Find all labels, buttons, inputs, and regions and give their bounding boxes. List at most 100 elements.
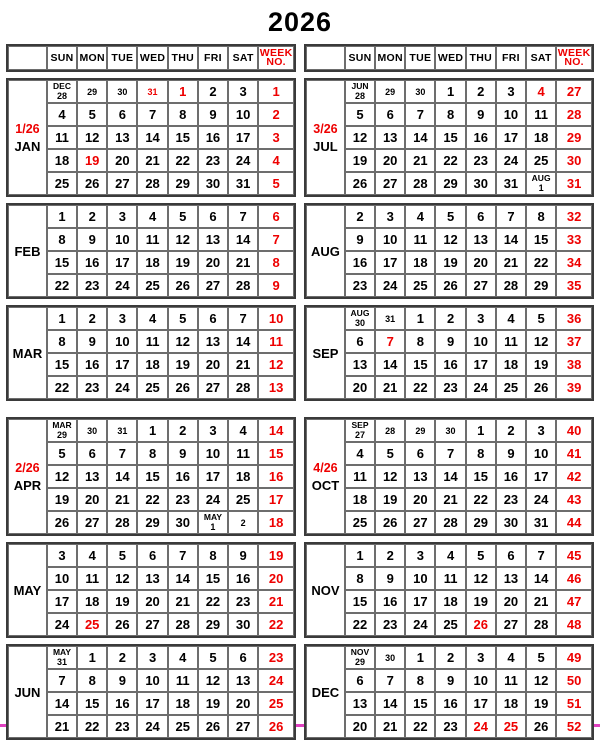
day-cell[interactable]: 20 bbox=[197, 353, 229, 376]
day-cell[interactable]: 29 bbox=[77, 80, 108, 103]
day-cell[interactable]: 19 bbox=[77, 149, 108, 172]
day-cell[interactable]: 21 bbox=[435, 488, 466, 511]
day-cell[interactable]: 2 bbox=[77, 307, 108, 330]
day-cell[interactable]: 16 bbox=[435, 692, 466, 715]
day-cell[interactable]: 10 bbox=[465, 669, 496, 692]
day-cell[interactable]: 29 bbox=[465, 511, 496, 534]
day-cell[interactable]: 17 bbox=[197, 465, 229, 488]
day-cell[interactable]: 18 bbox=[344, 488, 376, 511]
day-cell[interactable]: MAR 29 bbox=[46, 419, 78, 442]
day-cell[interactable]: 21 bbox=[375, 376, 406, 399]
day-cell[interactable]: 7 bbox=[46, 669, 78, 692]
day-cell[interactable]: 26 bbox=[465, 613, 496, 636]
day-cell[interactable]: 9 bbox=[465, 103, 496, 126]
day-cell[interactable]: 15 bbox=[46, 353, 78, 376]
day-cell[interactable]: 10 bbox=[228, 103, 259, 126]
day-cell[interactable]: 22 bbox=[137, 488, 168, 511]
day-cell[interactable]: 16 bbox=[435, 353, 466, 376]
day-cell[interactable]: 5 bbox=[167, 307, 198, 330]
day-cell[interactable]: 22 bbox=[435, 149, 466, 172]
day-cell[interactable]: 19 bbox=[375, 488, 406, 511]
day-cell[interactable]: 9 bbox=[435, 669, 466, 692]
day-cell[interactable]: 22 bbox=[197, 590, 229, 613]
day-cell[interactable]: 5 bbox=[107, 544, 138, 567]
day-cell[interactable]: 23 bbox=[77, 274, 108, 297]
day-cell[interactable]: 3 bbox=[375, 205, 406, 228]
day-cell[interactable]: 7 bbox=[405, 103, 436, 126]
day-cell[interactable]: 24 bbox=[197, 488, 229, 511]
day-cell[interactable]: 12 bbox=[77, 126, 108, 149]
day-cell[interactable]: 22 bbox=[405, 376, 436, 399]
day-cell[interactable]: 21 bbox=[228, 353, 259, 376]
day-cell[interactable]: 2 bbox=[495, 419, 527, 442]
day-cell[interactable]: 23 bbox=[167, 488, 198, 511]
day-cell[interactable]: 15 bbox=[405, 353, 436, 376]
day-cell[interactable]: 13 bbox=[77, 465, 108, 488]
day-cell[interactable]: 5 bbox=[465, 544, 496, 567]
day-cell[interactable]: 6 bbox=[375, 103, 406, 126]
day-cell[interactable]: 12 bbox=[107, 567, 138, 590]
day-cell[interactable]: 20 bbox=[107, 149, 138, 172]
day-cell[interactable]: 12 bbox=[167, 228, 198, 251]
day-cell[interactable]: 18 bbox=[137, 353, 168, 376]
day-cell[interactable]: 20 bbox=[465, 251, 496, 274]
day-cell[interactable]: 21 bbox=[107, 488, 138, 511]
day-cell[interactable]: 7 bbox=[167, 544, 198, 567]
day-cell[interactable]: 17 bbox=[465, 692, 496, 715]
day-cell[interactable]: 27 bbox=[197, 274, 229, 297]
day-cell[interactable]: 14 bbox=[495, 228, 527, 251]
day-cell[interactable]: 13 bbox=[465, 228, 496, 251]
day-cell[interactable]: 10 bbox=[495, 103, 527, 126]
day-cell[interactable]: 8 bbox=[46, 228, 78, 251]
day-cell[interactable]: 13 bbox=[344, 353, 376, 376]
day-cell[interactable]: 8 bbox=[344, 567, 376, 590]
day-cell[interactable]: 23 bbox=[197, 149, 229, 172]
day-cell[interactable]: 19 bbox=[46, 488, 78, 511]
day-cell[interactable]: 25 bbox=[435, 613, 466, 636]
day-cell[interactable]: 14 bbox=[405, 126, 436, 149]
day-cell[interactable]: 15 bbox=[405, 692, 436, 715]
day-cell[interactable]: 14 bbox=[107, 465, 138, 488]
day-cell[interactable]: 25 bbox=[495, 376, 527, 399]
day-cell[interactable]: 16 bbox=[167, 465, 198, 488]
day-cell[interactable]: 16 bbox=[107, 692, 138, 715]
day-cell[interactable]: 1 bbox=[344, 544, 376, 567]
day-cell[interactable]: 12 bbox=[435, 228, 466, 251]
day-cell[interactable]: 11 bbox=[435, 567, 466, 590]
day-cell[interactable]: 24 bbox=[228, 149, 259, 172]
day-cell[interactable]: 1 bbox=[167, 80, 198, 103]
day-cell[interactable]: 12 bbox=[344, 126, 376, 149]
day-cell[interactable]: 23 bbox=[435, 376, 466, 399]
day-cell[interactable]: 12 bbox=[526, 669, 557, 692]
day-cell[interactable]: 27 bbox=[375, 172, 406, 195]
day-cell[interactable]: 8 bbox=[435, 103, 466, 126]
day-cell[interactable]: 3 bbox=[405, 544, 436, 567]
day-cell[interactable]: 16 bbox=[77, 353, 108, 376]
day-cell[interactable]: 9 bbox=[107, 669, 138, 692]
day-cell[interactable]: 23 bbox=[495, 488, 527, 511]
day-cell[interactable]: 5 bbox=[344, 103, 376, 126]
day-cell[interactable]: 20 bbox=[137, 590, 168, 613]
day-cell[interactable]: 4 bbox=[167, 646, 198, 669]
day-cell[interactable]: 28 bbox=[228, 376, 259, 399]
day-cell[interactable]: 8 bbox=[137, 442, 168, 465]
day-cell[interactable]: 23 bbox=[375, 613, 406, 636]
day-cell[interactable]: 8 bbox=[405, 330, 436, 353]
day-cell[interactable]: 2 bbox=[77, 205, 108, 228]
day-cell[interactable]: 11 bbox=[167, 669, 198, 692]
day-cell[interactable]: 1 bbox=[46, 307, 78, 330]
day-cell[interactable]: 15 bbox=[46, 251, 78, 274]
day-cell[interactable]: 3 bbox=[107, 307, 138, 330]
day-cell[interactable]: 6 bbox=[137, 544, 168, 567]
day-cell[interactable]: 17 bbox=[228, 126, 259, 149]
day-cell[interactable]: 4 bbox=[495, 307, 527, 330]
day-cell[interactable]: 22 bbox=[465, 488, 496, 511]
day-cell[interactable]: 7 bbox=[137, 103, 168, 126]
day-cell[interactable]: 29 bbox=[435, 172, 466, 195]
day-cell[interactable]: 4 bbox=[435, 544, 466, 567]
day-cell[interactable]: 22 bbox=[167, 149, 198, 172]
day-cell[interactable]: 2 bbox=[107, 646, 138, 669]
day-cell[interactable]: 11 bbox=[344, 465, 376, 488]
day-cell[interactable]: 12 bbox=[46, 465, 78, 488]
day-cell[interactable]: 28 bbox=[228, 274, 259, 297]
